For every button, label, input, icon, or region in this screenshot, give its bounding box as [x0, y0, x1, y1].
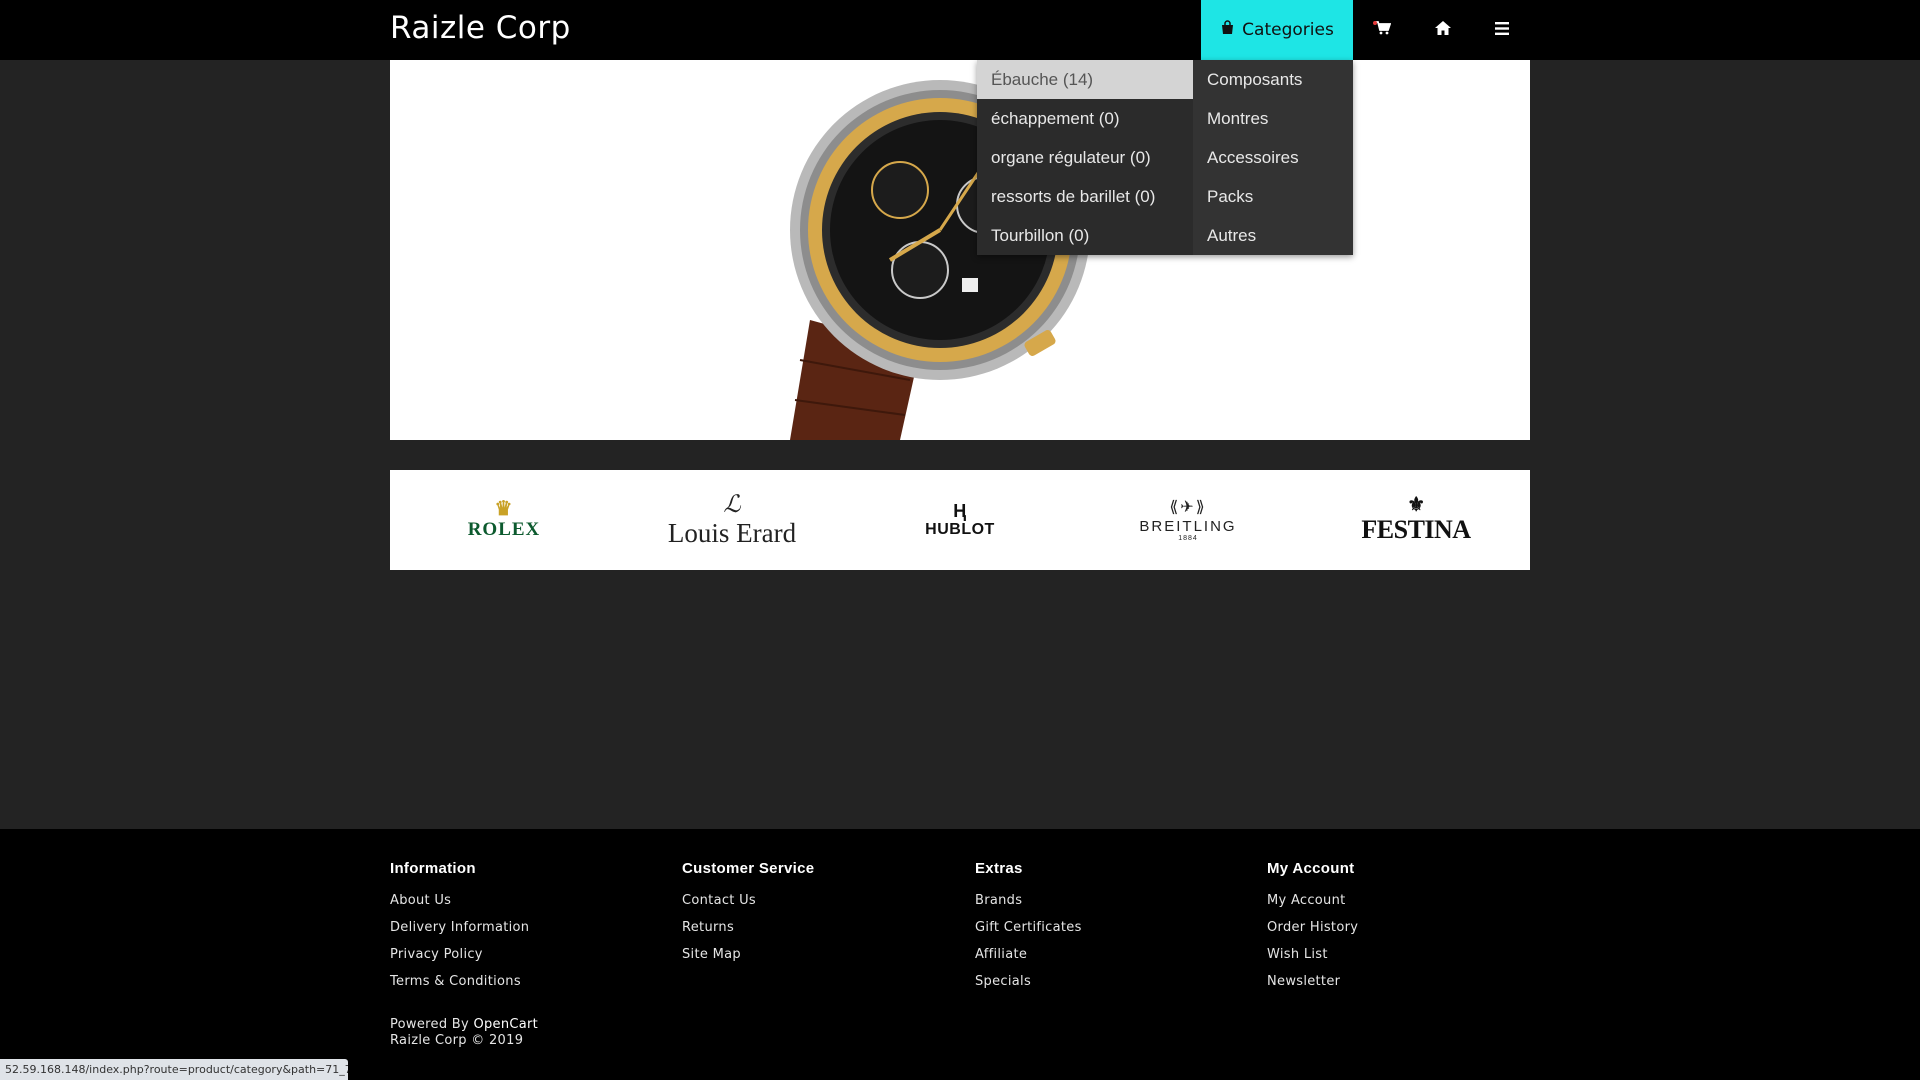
- site-footer: Information About Us Delivery Informatio…: [0, 829, 1920, 1080]
- hamburger-menu-icon: [1495, 20, 1509, 40]
- subcategory-ebauche[interactable]: Ébauche (14): [977, 60, 1193, 99]
- brand-logo-breitling[interactable]: ⟪✈⟫ BREITLING 1884: [1074, 470, 1302, 570]
- footer-link-delivery-information[interactable]: Delivery Information: [390, 914, 529, 941]
- brand-name-hublot: HUBLOT: [925, 521, 995, 538]
- hero-banner[interactable]: [390, 60, 1530, 440]
- site-brand[interactable]: Raizle Corp: [390, 10, 571, 46]
- footer-link-affiliate[interactable]: Affiliate: [975, 941, 1082, 968]
- footer-heading-customer-service: Customer Service: [682, 860, 815, 877]
- brand-logo-hublot[interactable]: Ⱨ HUBLOT: [846, 470, 1074, 570]
- brand-year-breitling: 1884: [1178, 535, 1198, 542]
- subcategory-list: Ébauche (14) échappement (0) organe régu…: [977, 60, 1193, 255]
- opencart-link[interactable]: OpenCart: [473, 1017, 538, 1032]
- footer-link-order-history[interactable]: Order History: [1267, 914, 1358, 941]
- categories-menu-button[interactable]: Categories: [1201, 0, 1353, 60]
- footer-powered-by: Powered By OpenCart Raizle Corp © 2019: [390, 1017, 538, 1049]
- le-monogram-icon: ℒ: [723, 491, 741, 518]
- footer-information: Information About Us Delivery Informatio…: [390, 860, 529, 995]
- categories-dropdown: Ébauche (14) échappement (0) organe régu…: [977, 60, 1353, 255]
- brand-carousel: ♛ ROLEX ℒ Louis Erard Ⱨ HUBLOT ⟪✈⟫ BREIT…: [390, 470, 1530, 570]
- brand-name-louis-erard: Louis Erard: [667, 517, 797, 548]
- cart-icon: [1375, 20, 1392, 40]
- main-menu-button[interactable]: [1473, 0, 1531, 60]
- category-montres[interactable]: Montres: [1193, 99, 1353, 138]
- browser-status-url: 52.59.168.148/index.php?route=product/ca…: [0, 1059, 348, 1080]
- footer-link-brands[interactable]: Brands: [975, 887, 1082, 914]
- footer-customer-service: Customer Service Contact Us Returns Site…: [682, 860, 814, 968]
- brand-name-festina: FESTINA: [1361, 515, 1471, 544]
- footer-extras: Extras Brands Gift Certificates Affiliat…: [975, 860, 1082, 995]
- footer-link-about-us[interactable]: About Us: [390, 887, 529, 914]
- brand-logo-louis-erard[interactable]: ℒ Louis Erard: [618, 470, 846, 570]
- brand-logo-festina[interactable]: ⚜ FESTINA: [1302, 470, 1530, 570]
- categories-label: Categories: [1242, 20, 1334, 40]
- subcategory-tourbillon[interactable]: Tourbillon (0): [977, 216, 1193, 255]
- brand-name-rolex: ROLEX: [467, 519, 541, 540]
- wings-icon: ⟪✈⟫: [1169, 499, 1207, 516]
- crown-icon: ♛: [494, 498, 514, 520]
- shopping-bag-icon: [1220, 20, 1235, 40]
- category-list: Composants Montres Accessoires Packs Aut…: [1193, 60, 1353, 255]
- subcategory-echappement[interactable]: échappement (0): [977, 99, 1193, 138]
- footer-link-returns[interactable]: Returns: [682, 914, 814, 941]
- footer-link-privacy-policy[interactable]: Privacy Policy: [390, 941, 529, 968]
- cart-notification-dot: [1373, 21, 1377, 25]
- subcategory-organe-regulateur[interactable]: organe régulateur (0): [977, 138, 1193, 177]
- footer-heading-my-account: My Account: [1267, 860, 1355, 877]
- footer-link-specials[interactable]: Specials: [975, 968, 1082, 995]
- home-icon: [1435, 20, 1451, 40]
- footer-link-newsletter[interactable]: Newsletter: [1267, 968, 1358, 995]
- subcategory-ressorts-de-barillet[interactable]: ressorts de barillet (0): [977, 177, 1193, 216]
- home-button[interactable]: [1413, 0, 1473, 60]
- footer-heading-information: Information: [390, 860, 476, 877]
- cart-button[interactable]: [1353, 0, 1413, 60]
- footer-link-wish-list[interactable]: Wish List: [1267, 941, 1358, 968]
- category-packs[interactable]: Packs: [1193, 177, 1353, 216]
- copyright-text: Raizle Corp © 2019: [390, 1033, 524, 1048]
- hublot-h-icon: Ⱨ: [953, 501, 967, 521]
- footer-link-contact-us[interactable]: Contact Us: [682, 887, 814, 914]
- footer-heading-extras: Extras: [975, 860, 1023, 877]
- footer-link-site-map[interactable]: Site Map: [682, 941, 814, 968]
- footer-my-account: My Account My Account Order History Wish…: [1267, 860, 1358, 995]
- category-autres[interactable]: Autres: [1193, 216, 1353, 255]
- top-navbar: Raizle Corp Categories: [0, 0, 1920, 60]
- category-accessoires[interactable]: Accessoires: [1193, 138, 1353, 177]
- footer-link-my-account[interactable]: My Account: [1267, 887, 1358, 914]
- powered-by-prefix: Powered By: [390, 1017, 470, 1032]
- footer-link-gift-certificates[interactable]: Gift Certificates: [975, 914, 1082, 941]
- footer-link-terms-conditions[interactable]: Terms & Conditions: [390, 968, 529, 995]
- crest-icon: ⚜: [1407, 494, 1425, 516]
- category-composants[interactable]: Composants: [1193, 60, 1353, 99]
- brand-logo-rolex[interactable]: ♛ ROLEX: [390, 470, 618, 570]
- brand-name-breitling: BREITLING: [1139, 518, 1237, 535]
